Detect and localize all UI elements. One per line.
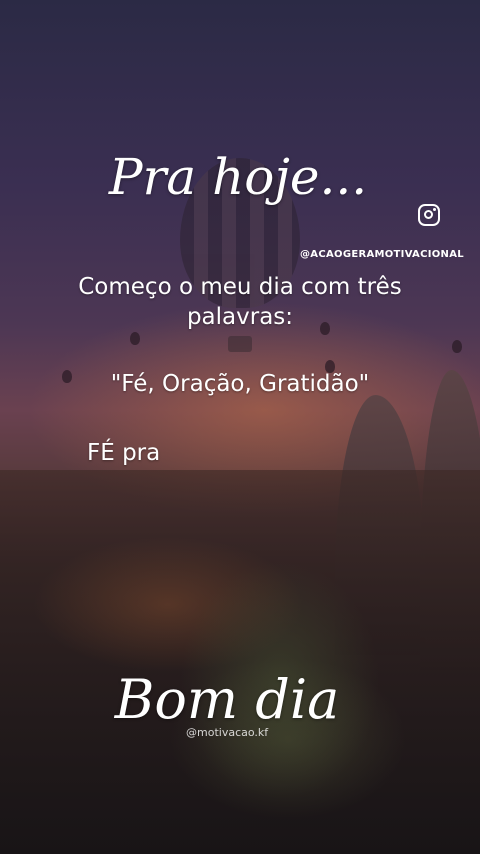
- distant-balloon: [452, 340, 462, 353]
- instagram-icon: [418, 204, 440, 226]
- message-text: Começo o meu dia com três palavras:: [78, 274, 402, 330]
- greeting-text: Bom dia: [114, 668, 340, 731]
- fe-text: FÉ pra: [87, 440, 161, 466]
- watermark-text: @motivacao.kf: [186, 726, 269, 739]
- quote-text: "Fé, Oração, Gratidão": [110, 371, 370, 397]
- distant-balloon: [130, 332, 140, 345]
- title-text: Pra hoje...: [108, 148, 368, 206]
- instagram-handle: @ACAOGERAMOTIVACIONAL: [300, 249, 464, 260]
